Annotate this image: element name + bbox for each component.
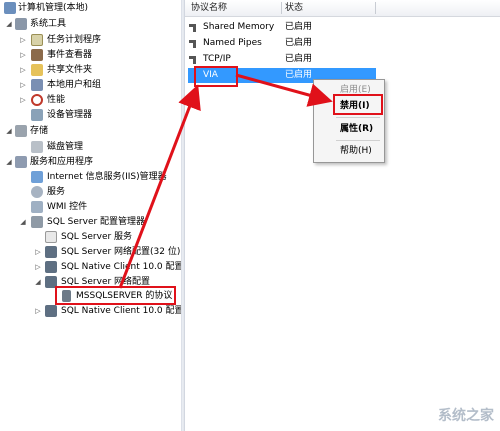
annotation-arrows xyxy=(118,73,333,289)
arrow-to-via xyxy=(118,84,201,289)
watermark: 系统之家 xyxy=(438,408,494,424)
arrow-to-disable xyxy=(235,73,333,107)
